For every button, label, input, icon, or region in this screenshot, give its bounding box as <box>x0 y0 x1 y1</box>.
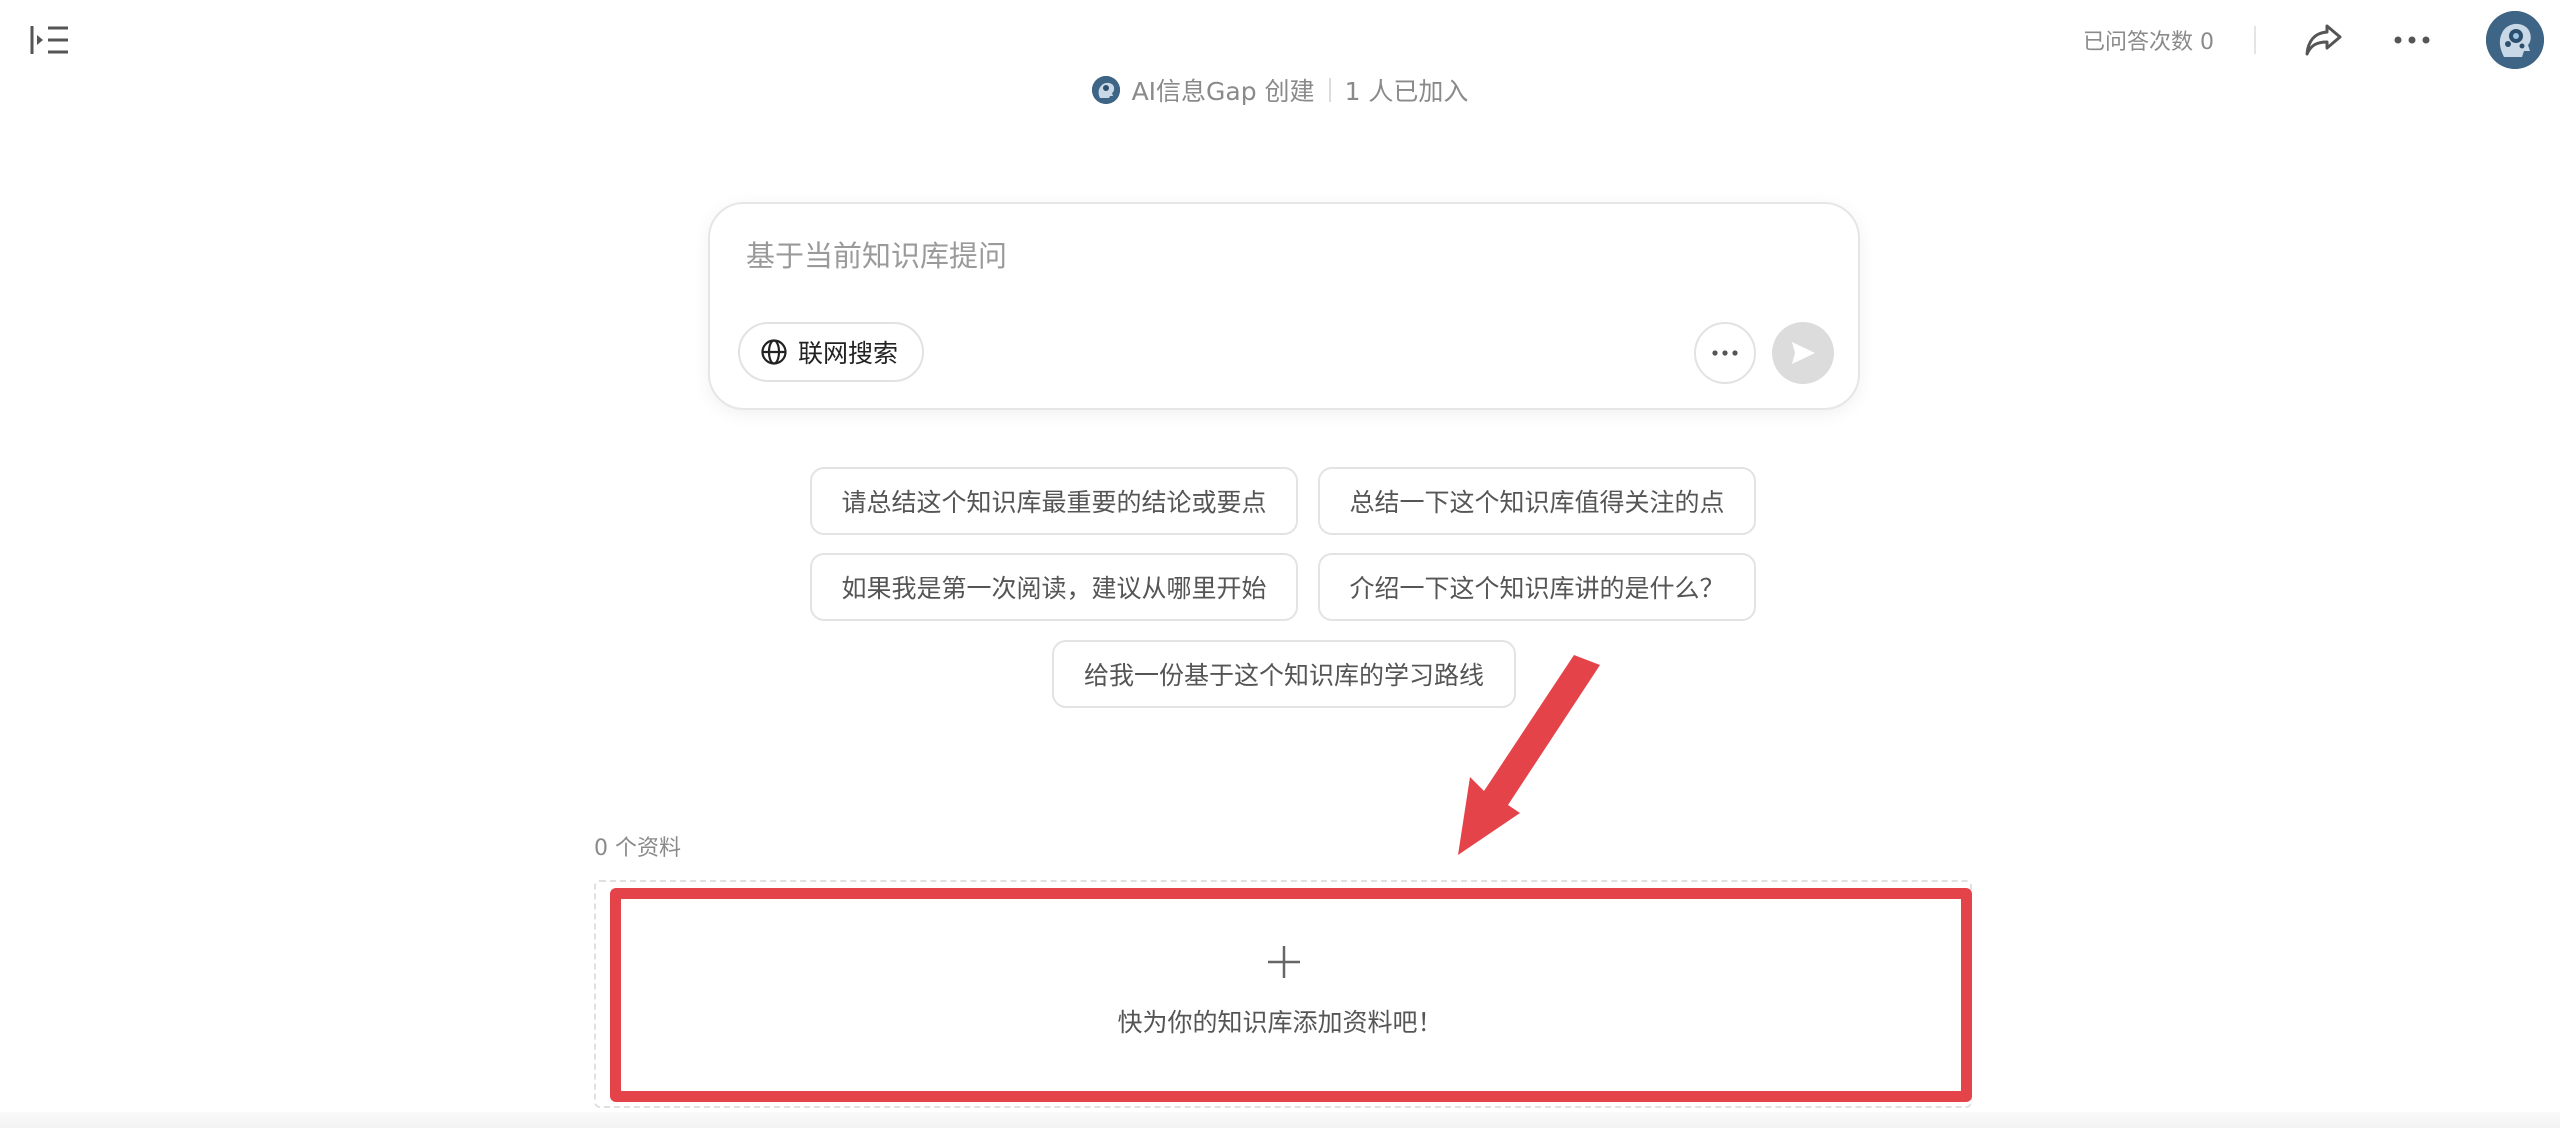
add-materials-label: 快为你的知识库添加资料吧！ <box>1117 1008 1443 1037</box>
add-materials-area[interactable] <box>594 880 1972 1108</box>
suggestion-chip[interactable]: 请总结这个知识库最重要的结论或要点 <box>810 467 1298 535</box>
creator-avatar <box>1091 76 1120 104</box>
avatar-image-icon <box>2486 11 2544 69</box>
bottom-edge <box>0 1112 2560 1128</box>
ask-input[interactable] <box>744 234 1744 278</box>
creator-info: AI信息Gap 创建 1 人已加入 <box>0 72 2560 108</box>
answer-count-label: 已问答次数 0 <box>2083 30 2214 55</box>
toolbar-divider <box>2254 26 2256 54</box>
more-icon <box>1712 350 1738 356</box>
sidebar-toggle-icon <box>30 26 68 54</box>
globe-icon <box>760 338 788 366</box>
more-icon <box>2394 36 2430 44</box>
sidebar-toggle-button[interactable] <box>30 22 70 58</box>
creator-name: AI信息Gap 创建 <box>1131 77 1315 106</box>
web-search-button[interactable]: 联网搜索 <box>738 322 925 382</box>
suggestion-chip[interactable]: 给我一份基于这个知识库的学习路线 <box>1052 640 1516 708</box>
creator-avatar-icon <box>1091 76 1120 104</box>
user-avatar[interactable] <box>2486 11 2544 69</box>
materials-count-label: 0 个资料 <box>594 836 681 861</box>
send-icon <box>1792 342 1815 364</box>
ask-box: 联网搜索 <box>708 202 1860 410</box>
top-right-toolbar: 已问答次数 0 <box>2083 0 2560 80</box>
share-icon <box>2305 24 2342 56</box>
share-button[interactable] <box>2300 16 2348 64</box>
web-search-label: 联网搜索 <box>798 339 899 368</box>
creator-divider <box>1328 78 1331 102</box>
knowledge-base-page: 已问答次数 0 AI信息Gap 创建 1 人已加入 基于当前知识库提问 联网搜索… <box>0 0 2560 1128</box>
suggestion-chip[interactable]: 介绍一下这个知识库讲的是什么？ <box>1318 553 1756 621</box>
suggestion-chip[interactable]: 总结一下这个知识库值得关注的点 <box>1318 467 1756 535</box>
plus-icon <box>1268 946 1300 978</box>
input-options-button[interactable] <box>1694 322 1756 384</box>
member-count: 1 人已加入 <box>1344 77 1469 106</box>
send-button[interactable] <box>1772 322 1834 384</box>
suggestion-chip[interactable]: 如果我是第一次阅读，建议从哪里开始 <box>810 553 1298 621</box>
more-button[interactable] <box>2388 16 2436 64</box>
